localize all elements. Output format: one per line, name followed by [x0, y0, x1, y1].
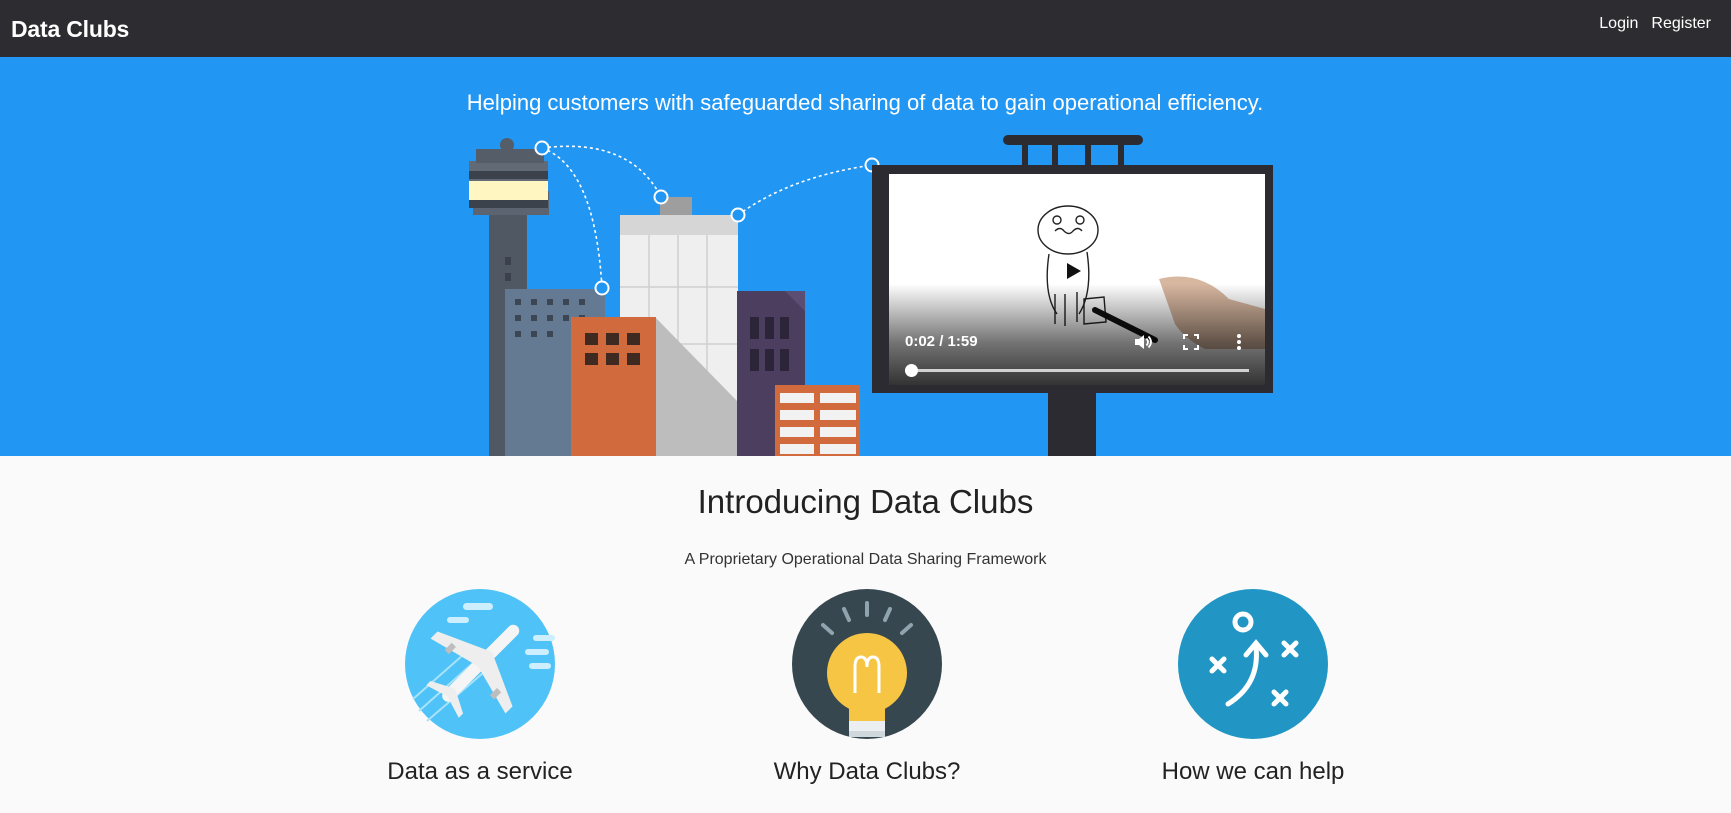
volume-icon[interactable]: [1133, 332, 1153, 352]
more-options-icon[interactable]: [1229, 332, 1249, 352]
airplane-icon: [405, 589, 555, 739]
video-player[interactable]: 0:02 / 1:59: [889, 174, 1265, 385]
intro-title: Introducing Data Clubs: [697, 483, 1034, 520]
register-link[interactable]: Register: [1651, 15, 1711, 33]
brand-logo-link[interactable]: Data Clubs: [11, 16, 129, 43]
login-link[interactable]: Login: [1599, 15, 1638, 33]
video-progress-thumb[interactable]: [904, 364, 918, 377]
lightbulb-icon: [792, 589, 942, 739]
top-navbar: Data Clubs Login Register: [0, 0, 1731, 57]
nav-links: Login Register: [1599, 15, 1711, 33]
strategy-play-icon: [1178, 589, 1328, 739]
fullscreen-icon[interactable]: [1181, 332, 1201, 352]
feature-how-we-can-help[interactable]: How we can help: [1103, 589, 1403, 786]
feature-why-data-clubs[interactable]: Why Data Clubs?: [717, 589, 1017, 786]
play-icon[interactable]: [1062, 260, 1084, 282]
feature-data-as-a-service[interactable]: Data as a service: [330, 589, 630, 786]
hero-tagline: Helping customers with safeguarded shari…: [466, 90, 1264, 115]
intro-subtitle: A Proprietary Operational Data Sharing F…: [684, 551, 1047, 568]
feature-label[interactable]: How we can help: [1103, 758, 1403, 786]
video-time-display: 0:02 / 1:59: [905, 333, 978, 350]
video-progress-slider[interactable]: [904, 364, 1249, 377]
feature-label[interactable]: Data as a service: [330, 758, 630, 786]
feature-label[interactable]: Why Data Clubs?: [717, 758, 1017, 786]
hero-banner: Helping customers with safeguarded shari…: [0, 57, 1731, 456]
